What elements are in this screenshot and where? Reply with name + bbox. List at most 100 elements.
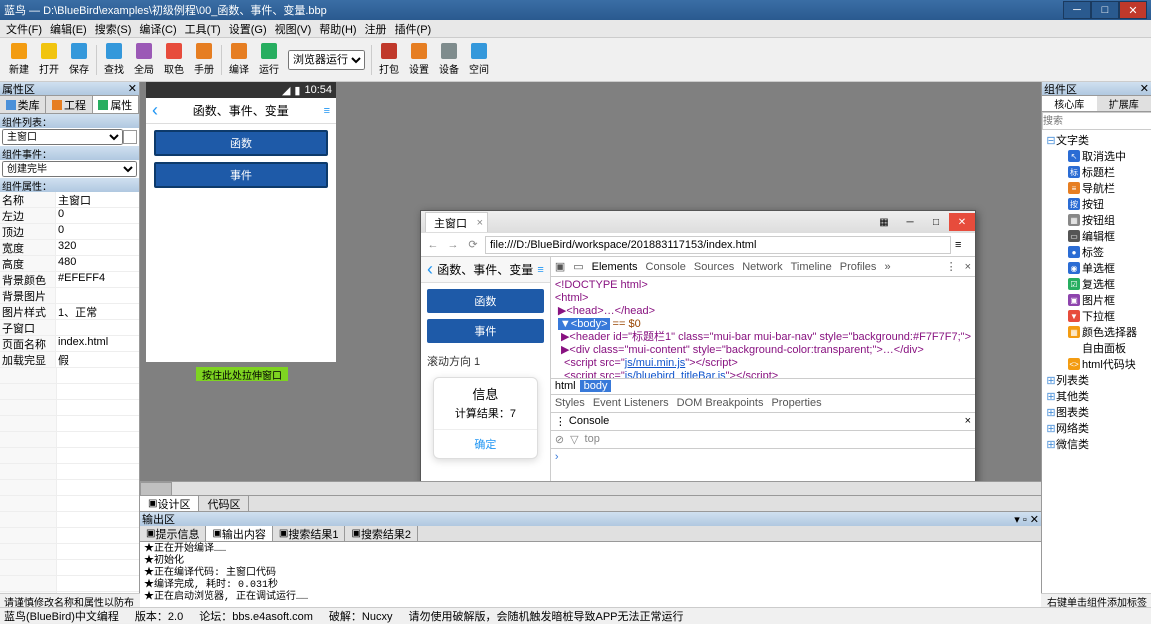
menu-edit[interactable]: 编辑(E) <box>46 21 91 37</box>
tree-item[interactable]: ⊞微信类 <box>1044 436 1149 452</box>
br-reload-icon[interactable]: ⟳ <box>465 238 481 251</box>
right-panel-close-icon[interactable]: ✕ <box>1140 82 1149 95</box>
dt-sub-listeners[interactable]: Event Listeners <box>593 397 669 409</box>
tb-runmode-select[interactable]: 浏览器运行 <box>288 50 365 70</box>
dt-console-drawer[interactable]: ⋮ Console× <box>551 412 975 430</box>
dt-clear-icon[interactable]: ⊘ <box>555 433 564 446</box>
br-system-icon[interactable]: ▦ <box>871 213 897 231</box>
tree-item[interactable]: 按按钮 <box>1044 196 1149 212</box>
tree-item[interactable]: 标标题栏 <box>1044 164 1149 180</box>
tb-run[interactable]: 运行 <box>254 40 284 80</box>
dt-breadcrumb[interactable]: html body <box>551 378 975 394</box>
component-search-input[interactable] <box>1042 112 1151 130</box>
tab-close-icon[interactable]: × <box>477 217 483 229</box>
dt-tab-network[interactable]: Network <box>742 261 782 273</box>
tree-item[interactable]: ⊞列表类 <box>1044 372 1149 388</box>
design-canvas[interactable]: ◢▮10:54 ‹ 函数、事件、变量 ≡ 函数 事件 按住此处拉伸窗口 主窗口×… <box>140 82 1041 495</box>
menu-help[interactable]: 帮助(H) <box>315 21 360 37</box>
tb-pack[interactable]: 打包 <box>374 40 404 80</box>
tree-item[interactable]: ⊞网络类 <box>1044 420 1149 436</box>
dt-tab-elements[interactable]: Elements <box>592 261 638 273</box>
page-btn-event[interactable]: 事件 <box>427 319 544 343</box>
menu-plugin[interactable]: 插件(P) <box>391 21 436 37</box>
phone-preview[interactable]: ◢▮10:54 ‹ 函数、事件、变量 ≡ 函数 事件 <box>146 82 336 362</box>
tree-item[interactable]: ⊞其他类 <box>1044 388 1149 404</box>
menu-register[interactable]: 注册 <box>361 21 391 37</box>
br-url-input[interactable] <box>485 236 951 254</box>
tb-global[interactable]: 全局 <box>129 40 159 80</box>
tree-item[interactable]: <>html代码块 <box>1044 356 1149 372</box>
dt-tab-profiles[interactable]: Profiles <box>840 261 877 273</box>
btab-code[interactable]: 代码区 <box>199 496 249 511</box>
btab-design[interactable]: ▣ 设计区 <box>140 496 199 511</box>
dialog-ok-button[interactable]: 确定 <box>434 429 537 458</box>
tree-item[interactable]: ☑复选框 <box>1044 276 1149 292</box>
dt-console-close-icon[interactable]: × <box>965 415 971 427</box>
tb-open[interactable]: 打开 <box>34 40 64 80</box>
output-close-icon[interactable]: ▾ ▫ ✕ <box>1014 513 1039 526</box>
minimize-button[interactable]: ─ <box>1063 1 1091 19</box>
tb-find[interactable]: 查找 <box>99 40 129 80</box>
phone-menu-icon[interactable]: ≡ <box>324 105 330 117</box>
dt-dom-tree[interactable]: <!DOCTYPE html> <html> ▶<head>…</head> ▼… <box>551 277 975 378</box>
br-max-button[interactable]: □ <box>923 213 949 231</box>
maximize-button[interactable]: □ <box>1091 1 1119 19</box>
dt-sub-breakpoints[interactable]: DOM Breakpoints <box>677 397 764 409</box>
menu-file[interactable]: 文件(F) <box>2 21 46 37</box>
canvas-h-scrollbar[interactable] <box>140 481 1041 495</box>
tb-manual[interactable]: 手册 <box>189 40 219 80</box>
dt-close-icon[interactable]: × <box>965 261 971 273</box>
tree-item[interactable]: ◉单选框 <box>1044 260 1149 276</box>
br-close-button[interactable]: ✕ <box>949 213 975 231</box>
tree-item[interactable]: ▦按钮组 <box>1044 212 1149 228</box>
menu-tools[interactable]: 工具(T) <box>181 21 225 37</box>
page-menu-icon[interactable]: ≡ <box>537 264 543 276</box>
dt-tab-timeline[interactable]: Timeline <box>791 261 832 273</box>
dt-tab-sources[interactable]: Sources <box>694 261 734 273</box>
tree-item[interactable]: ⊞图表类 <box>1044 404 1149 420</box>
rtab-core[interactable]: 核心库 <box>1042 96 1097 111</box>
left-panel-close-icon[interactable]: ✕ <box>128 82 137 95</box>
tb-save[interactable]: 保存 <box>64 40 94 80</box>
btab2-search2[interactable]: ▣ 搜索结果2 <box>345 526 418 541</box>
dt-tab-console[interactable]: Console <box>646 261 686 273</box>
menu-search[interactable]: 搜索(S) <box>91 21 136 37</box>
br-fwd-icon[interactable]: → <box>445 239 461 251</box>
br-menu-icon[interactable]: ≡ <box>955 239 971 251</box>
tree-item[interactable]: ▦颜色选择器 <box>1044 324 1149 340</box>
dt-menu-icon[interactable]: ⋮ <box>946 260 957 273</box>
tree-item[interactable]: ▼下拉框 <box>1044 308 1149 324</box>
tree-item[interactable]: ▣图片框 <box>1044 292 1149 308</box>
property-grid[interactable]: 名称主窗口左边0顶边0宽度320高度480背景颜色#EFEFF4背景图片图片样式… <box>0 192 139 368</box>
phone-btn-event[interactable]: 事件 <box>154 162 328 188</box>
dt-more-icon[interactable]: » <box>884 261 890 273</box>
dt-inspect-icon[interactable]: ▣ <box>555 260 565 273</box>
browser-tab[interactable]: 主窗口× <box>425 212 488 232</box>
tab-props[interactable]: 属性 <box>93 96 139 113</box>
tb-settings[interactable]: 设置 <box>404 40 434 80</box>
close-button[interactable]: ✕ <box>1119 1 1147 19</box>
tree-item[interactable]: ↖取消选中 <box>1044 148 1149 164</box>
phone-btn-func[interactable]: 函数 <box>154 130 328 156</box>
tree-item[interactable]: ▭自由面板 <box>1044 340 1149 356</box>
component-browse-button[interactable] <box>123 130 137 144</box>
tab-project[interactable]: 工程 <box>46 96 92 113</box>
rtab-ext[interactable]: 扩展库 <box>1097 96 1151 111</box>
dt-sub-props[interactable]: Properties <box>771 397 821 409</box>
tb-space[interactable]: 空间 <box>464 40 494 80</box>
btab2-hint[interactable]: ▣ 提示信息 <box>140 526 206 541</box>
component-select[interactable]: 主窗口 <box>2 129 123 145</box>
tree-item[interactable]: ⊟文字类 <box>1044 132 1149 148</box>
menu-compile[interactable]: 编译(C) <box>135 21 180 37</box>
tb-device[interactable]: 设备 <box>434 40 464 80</box>
btab2-search1[interactable]: ▣ 搜索结果1 <box>273 526 346 541</box>
tb-new[interactable]: 新建 <box>4 40 34 80</box>
resize-handle[interactable]: 按住此处拉伸窗口 <box>196 367 288 381</box>
tb-color[interactable]: 取色 <box>159 40 189 80</box>
event-select[interactable]: 创建完毕 <box>2 161 137 177</box>
br-min-button[interactable]: ─ <box>897 213 923 231</box>
tree-item[interactable]: ≡导航栏 <box>1044 180 1149 196</box>
tab-lib[interactable]: 类库 <box>0 96 46 113</box>
menu-settings[interactable]: 设置(G) <box>225 21 271 37</box>
dt-filter-icon[interactable]: ▽ <box>570 433 578 446</box>
